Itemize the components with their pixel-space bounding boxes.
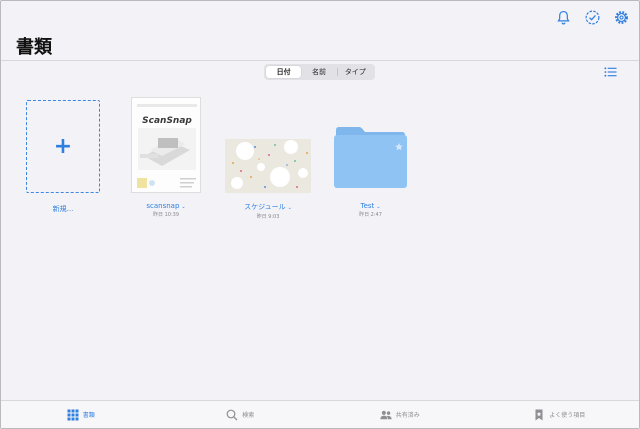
document-name-text: スケジュール — [244, 203, 286, 211]
chevron-down-icon[interactable]: ⌄ — [288, 205, 292, 211]
new-document-label[interactable]: 新規... — [26, 204, 100, 214]
new-document-button[interactable]: + — [26, 100, 100, 193]
chevron-down-icon[interactable]: ⌄ — [181, 204, 185, 210]
search-icon — [226, 409, 238, 420]
bookmark-icon — [535, 409, 543, 420]
sort-segmented-control: 日付 名前 タイプ — [264, 64, 375, 80]
folder-name[interactable]: Test ⌄ — [333, 202, 408, 210]
tab-label: 検索 — [242, 412, 255, 419]
people-icon — [380, 410, 392, 419]
tab-label: よく使う項目 — [549, 412, 586, 419]
tab-label: 共有済み — [395, 412, 420, 419]
document-caption-scansnap: scansnap ⌄ 昨日 10:39 — [126, 202, 206, 218]
plus-icon: + — [53, 133, 73, 159]
folder-icon[interactable] — [333, 126, 408, 189]
chevron-down-icon[interactable]: ⌄ — [376, 204, 380, 210]
tab-label: 書類 — [82, 412, 95, 419]
document-name[interactable]: scansnap ⌄ — [126, 202, 206, 210]
bell-icon[interactable] — [555, 9, 572, 26]
header-divider — [1, 60, 639, 61]
gear-icon[interactable] — [613, 9, 630, 26]
sort-by-name[interactable]: 名前 — [301, 66, 336, 78]
tab-search[interactable]: 検索 — [161, 401, 321, 428]
document-date: 昨日 9:03 — [256, 214, 280, 220]
document-thumbnail-schedule[interactable] — [225, 139, 311, 193]
top-toolbar — [555, 9, 630, 26]
folder-date: 昨日 2:47 — [359, 212, 382, 218]
scansnap-logo-text: ScanSnap — [142, 116, 192, 126]
document-caption-schedule: スケジュール ⌄ 昨日 9:03 — [218, 202, 318, 220]
checkmark-circle-icon[interactable] — [584, 9, 601, 26]
sort-by-type[interactable]: タイプ — [338, 66, 373, 78]
sort-by-date[interactable]: 日付 — [266, 66, 302, 78]
page-title: 書類 — [16, 37, 52, 58]
folder-name-text: Test — [360, 202, 375, 210]
document-thumbnail-scansnap[interactable]: ScanSnap — [131, 97, 201, 193]
new-document-caption: 新規... — [26, 204, 100, 214]
schedule-cover-image — [225, 139, 311, 193]
document-name-text: scansnap — [146, 202, 180, 210]
grid-icon — [67, 409, 79, 420]
tab-shared[interactable]: 共有済み — [320, 401, 480, 428]
document-name[interactable]: スケジュール ⌄ — [218, 202, 318, 212]
list-view-icon[interactable] — [604, 66, 617, 78]
tab-documents[interactable]: 書類 — [1, 401, 161, 428]
scansnap-cover-image: ScanSnap — [132, 98, 200, 192]
folder-caption-test: Test ⌄ 昨日 2:47 — [333, 202, 408, 218]
bottom-tab-bar: 書類 検索 共有済み よく使う項目 — [1, 400, 639, 428]
tab-favorites[interactable]: よく使う項目 — [480, 401, 640, 428]
document-date: 昨日 10:39 — [153, 212, 179, 218]
